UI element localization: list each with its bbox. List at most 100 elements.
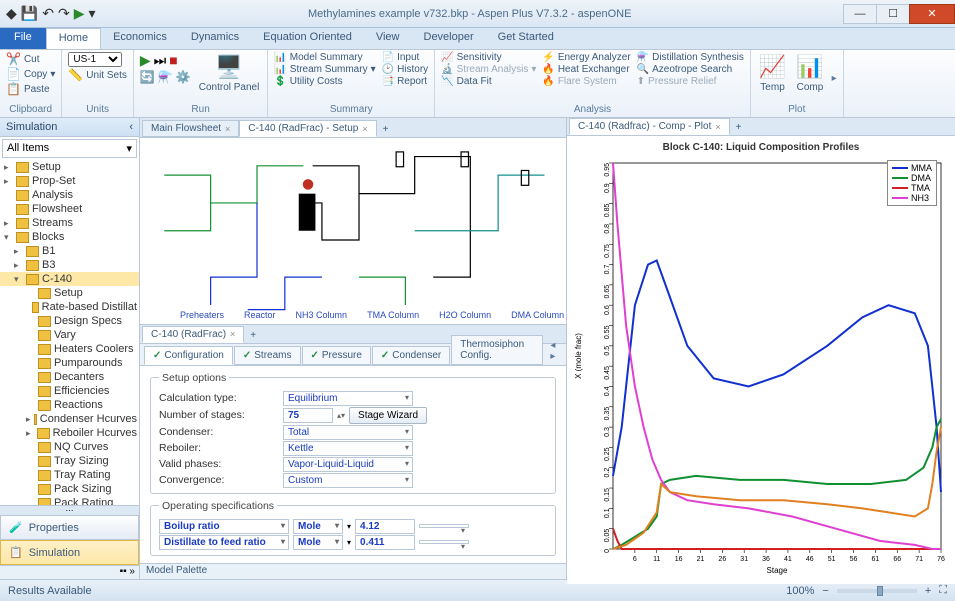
tree-item[interactable]: Rate-based Distillat xyxy=(0,300,139,314)
add-tab[interactable]: + xyxy=(730,120,748,135)
heat-exchanger[interactable]: 🔥 Heat Exchanger xyxy=(542,64,630,75)
tab-comp-plot[interactable]: C-140 (Radfrac) - Comp - Plot× xyxy=(569,118,730,135)
unitsets-button[interactable]: 📏Unit Sets xyxy=(68,68,127,82)
tree-item[interactable]: NQ Curves xyxy=(0,440,139,454)
spec-type[interactable]: Distillate to feed ratio xyxy=(159,535,289,550)
flare-system[interactable]: 🔥 Flare System xyxy=(542,76,630,87)
tree-item[interactable]: Pack Rating xyxy=(0,496,139,505)
tree-item[interactable]: Flowsheet xyxy=(0,202,139,216)
energy-analyzer[interactable]: ⚡ Energy Analyzer xyxy=(542,52,630,63)
tab-c140-radfrac[interactable]: C-140 (RadFrac)× xyxy=(142,326,244,343)
tree-item[interactable]: Vary xyxy=(0,328,139,342)
tab-eo[interactable]: Equation Oriented xyxy=(251,28,364,49)
nav-simulation[interactable]: 📋Simulation xyxy=(0,540,139,565)
undo-icon[interactable]: ↶ xyxy=(42,5,54,22)
tree-item[interactable]: ▸Prop-Set xyxy=(0,174,139,188)
tabs-overflow[interactable]: ◂ ▸ xyxy=(544,337,566,365)
spec-value[interactable]: 4.12 xyxy=(355,519,415,534)
tree-item[interactable]: Decanters xyxy=(0,370,139,384)
save-icon[interactable]: 💾 xyxy=(21,5,38,22)
add-tab[interactable]: + xyxy=(244,328,262,343)
stage-wizard-button[interactable]: Stage Wizard xyxy=(349,407,427,424)
stages-input[interactable]: 75 xyxy=(283,408,333,423)
collapse-icon[interactable]: ‹ xyxy=(129,121,133,133)
setup-dropdown[interactable]: Custom xyxy=(283,473,413,488)
nav-properties[interactable]: 🧪Properties xyxy=(0,515,139,540)
nav-tree[interactable]: ▸Setup▸Prop-SetAnalysisFlowsheet▸Streams… xyxy=(0,160,139,505)
tree-item[interactable]: Heaters Coolers xyxy=(0,342,139,356)
azeotrope-search[interactable]: 🔍 Azeotrope Search xyxy=(637,64,744,75)
minimize-button[interactable]: — xyxy=(843,4,877,24)
flowsheet-view[interactable]: PreheatersReactorNH3 ColumnTMA ColumnH2O… xyxy=(140,138,566,324)
zoom-in-icon[interactable]: + xyxy=(925,585,931,597)
nav-overflow[interactable]: ▪▪ » xyxy=(0,565,139,579)
report-button[interactable]: 📑 Report xyxy=(382,76,429,87)
tab-dynamics[interactable]: Dynamics xyxy=(179,28,251,49)
spec-units[interactable] xyxy=(419,540,469,544)
inner-tab[interactable]: ✓Pressure xyxy=(302,346,371,365)
step-icon[interactable]: ⏭ xyxy=(154,52,167,69)
tree-item[interactable]: Efficiencies xyxy=(0,384,139,398)
stream-analysis[interactable]: 🔬 Stream Analysis▾ xyxy=(441,64,536,75)
tree-item[interactable]: Reactions xyxy=(0,398,139,412)
utility-costs[interactable]: 💲 Utility Costs xyxy=(274,76,375,87)
tree-item[interactable]: Pack Sizing xyxy=(0,482,139,496)
input-button[interactable]: 📄 Input xyxy=(382,52,429,63)
tree-item[interactable]: Analysis xyxy=(0,188,139,202)
paste-button[interactable]: 📋Paste xyxy=(6,82,55,96)
tree-item[interactable]: Setup xyxy=(0,286,139,300)
setup-dropdown[interactable]: Total xyxy=(283,425,413,440)
tree-item[interactable]: ▾C-140 xyxy=(0,272,139,286)
inner-tab[interactable]: Thermosiphon Config. xyxy=(451,335,543,365)
setup-dropdown[interactable]: Kettle xyxy=(283,441,413,456)
add-tab[interactable]: + xyxy=(377,122,395,137)
tree-item[interactable]: Tray Rating xyxy=(0,468,139,482)
plot-temp[interactable]: 📈Temp xyxy=(757,52,788,95)
file-tab[interactable]: File xyxy=(0,28,46,49)
inner-tab[interactable]: ✓Condenser xyxy=(372,346,450,365)
tab-developer[interactable]: Developer xyxy=(412,28,486,49)
close-icon[interactable]: × xyxy=(230,329,235,339)
inner-tab[interactable]: ✓Streams xyxy=(234,346,301,365)
data-fit[interactable]: 📉 Data Fit xyxy=(441,76,536,87)
chart-canvas[interactable]: 00.050.10.150.20.250.30.350.40.450.50.55… xyxy=(571,155,951,579)
history-button[interactable]: 🕑 History xyxy=(382,64,429,75)
run-icon[interactable]: ▶ xyxy=(74,5,85,22)
fullscreen-icon[interactable]: ⛶ xyxy=(939,584,947,597)
pressure-relief[interactable]: ⬆ Pressure Relief xyxy=(637,76,744,87)
settings-icon[interactable]: ⚙️ xyxy=(176,70,191,84)
filter-dropdown[interactable]: All Items ▾ xyxy=(2,139,137,158)
redo-icon[interactable]: ↷ xyxy=(58,5,70,22)
tree-item[interactable]: Pumparounds xyxy=(0,356,139,370)
zoom-slider[interactable] xyxy=(837,589,917,593)
sensitivity[interactable]: 📈 Sensitivity xyxy=(441,52,536,63)
stop-icon[interactable]: ■ xyxy=(169,52,177,69)
qat-more-icon[interactable]: ▾ xyxy=(88,5,95,22)
tree-item[interactable]: Tray Sizing xyxy=(0,454,139,468)
close-icon[interactable]: × xyxy=(715,122,720,132)
model-summary[interactable]: 📊 Model Summary xyxy=(274,52,375,63)
reconcile-icon[interactable]: ⚗️ xyxy=(158,70,173,84)
inner-tab[interactable]: ✓Configuration xyxy=(144,346,233,365)
close-button[interactable]: ✕ xyxy=(909,4,955,24)
spec-value[interactable]: 0.411 xyxy=(355,535,415,550)
maximize-button[interactable]: ☐ xyxy=(876,4,910,24)
spec-basis[interactable]: Mole xyxy=(293,519,343,534)
tree-item[interactable]: ▸Streams xyxy=(0,216,139,230)
stream-summary[interactable]: 📊 Stream Summary▾ xyxy=(274,64,375,75)
reset-icon[interactable]: 🔄 xyxy=(140,70,155,84)
tree-resize[interactable]: ⋯ xyxy=(0,505,139,515)
close-icon[interactable]: × xyxy=(362,124,367,134)
tree-item[interactable]: ▾Blocks xyxy=(0,230,139,244)
tab-c140-setup[interactable]: C-140 (RadFrac) - Setup× xyxy=(239,120,376,137)
spec-units[interactable] xyxy=(419,524,469,528)
spec-basis[interactable]: Mole xyxy=(293,535,343,550)
spec-type[interactable]: Boilup ratio xyxy=(159,519,289,534)
distillation-synth[interactable]: ⚗️ Distillation Synthesis xyxy=(637,52,744,63)
tab-getstarted[interactable]: Get Started xyxy=(486,28,566,49)
cut-button[interactable]: ✂️Cut xyxy=(6,52,55,66)
units-select[interactable]: US-1 xyxy=(68,52,122,67)
close-icon[interactable]: × xyxy=(225,124,230,134)
plot-more-icon[interactable]: ▸ xyxy=(832,73,837,84)
tree-item[interactable]: ▸B3 xyxy=(0,258,139,272)
